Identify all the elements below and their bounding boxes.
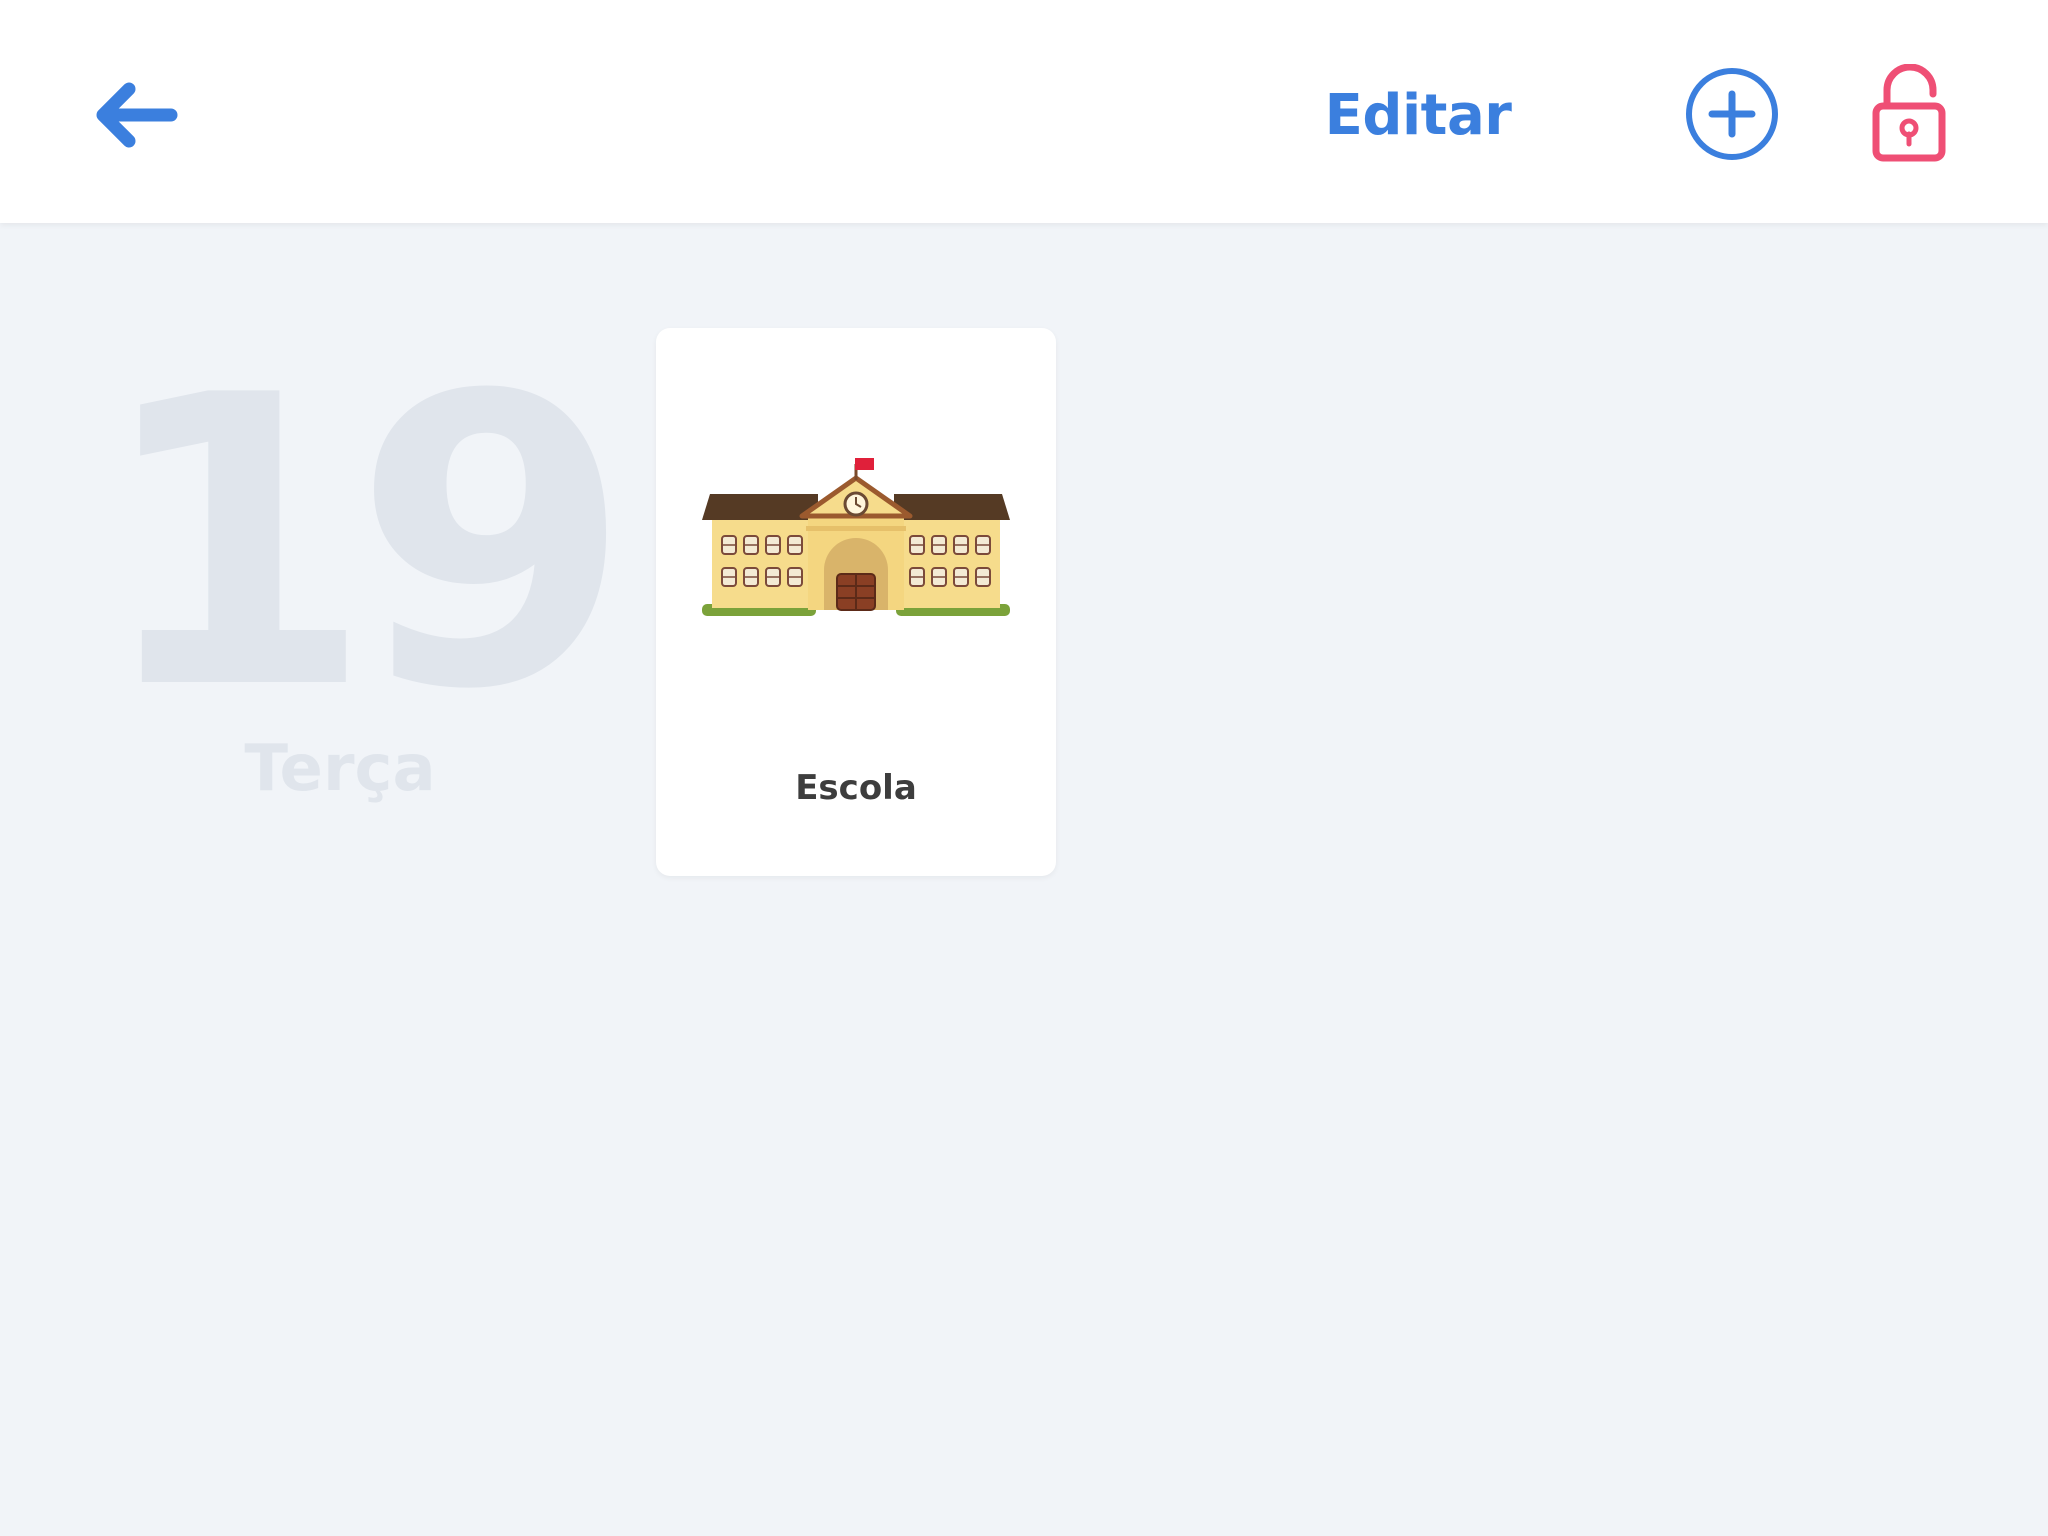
- unlock-icon: [1872, 63, 1946, 162]
- edit-button[interactable]: Editar: [1318, 78, 1518, 152]
- activity-card-label: Escola: [795, 768, 917, 808]
- school-building-icon: [702, 458, 1010, 616]
- weekday-label: Terça: [244, 732, 436, 806]
- activity-card[interactable]: Escola: [656, 328, 1056, 876]
- arrow-left-icon: [96, 82, 178, 148]
- lock-toggle-button[interactable]: [1870, 63, 1950, 164]
- plus-circle-icon: [1686, 68, 1778, 160]
- add-button[interactable]: [1684, 66, 1780, 162]
- day-number: 19: [95, 312, 632, 777]
- back-button[interactable]: [80, 70, 190, 160]
- top-bar: Editar: [0, 0, 2048, 223]
